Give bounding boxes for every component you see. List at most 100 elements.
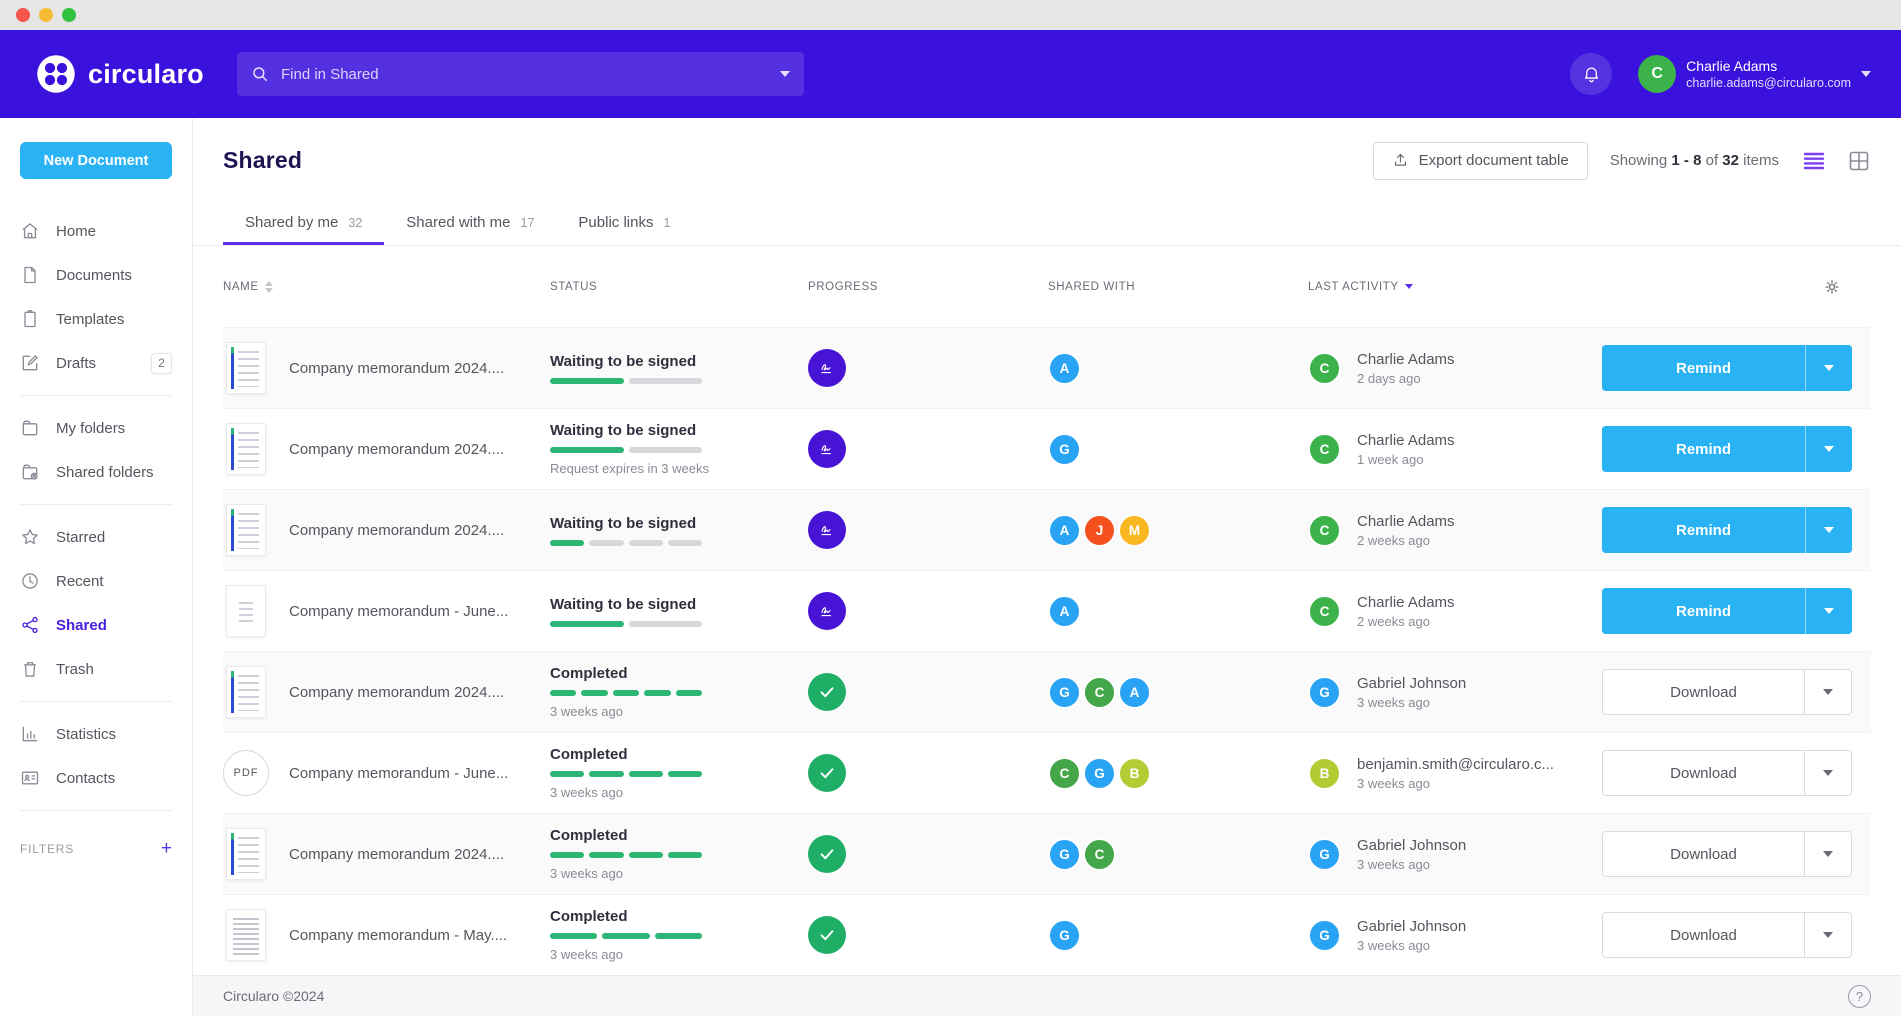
remind-button[interactable]: Remind	[1602, 426, 1805, 472]
shared-with-avatars: A	[1048, 595, 1308, 628]
shared-with-avatar: C	[1083, 676, 1116, 709]
activity-time: 3 weeks ago	[1357, 776, 1554, 791]
tab-public-links[interactable]: Public links1	[556, 203, 692, 245]
progress-segment	[589, 540, 623, 546]
table-settings-gear-icon[interactable]	[1823, 278, 1841, 296]
search-input[interactable]	[281, 66, 768, 83]
progress-bar	[550, 933, 702, 939]
sidebar-item-label: Recent	[56, 573, 104, 590]
status-label: Completed	[550, 665, 808, 682]
sidebar-item-label: Statistics	[56, 726, 116, 743]
sidebar-item-drafts[interactable]: Drafts2	[20, 341, 172, 385]
sidebar-item-documents[interactable]: Documents	[20, 253, 172, 297]
document-name[interactable]: Company memorandum 2024....	[289, 441, 504, 458]
sidebar-item-contacts[interactable]: Contacts	[20, 756, 172, 800]
sidebar-item-my-folders[interactable]: My folders	[20, 406, 172, 450]
clock-icon	[20, 571, 40, 591]
progress-segment	[629, 852, 663, 858]
search-scope-caret-icon[interactable]	[780, 71, 790, 77]
status-label: Waiting to be signed	[550, 353, 808, 370]
column-header-name[interactable]: NAME	[223, 281, 550, 293]
new-document-button[interactable]: New Document	[20, 142, 172, 179]
document-name[interactable]: Company memorandum - June...	[289, 765, 508, 782]
tab-shared-by-me[interactable]: Shared by me32	[223, 203, 384, 245]
action-dropdown-button[interactable]	[1804, 670, 1851, 714]
caret-down-icon	[1823, 689, 1833, 695]
tab-shared-with-me[interactable]: Shared with me17	[384, 203, 556, 245]
sort-desc-icon	[1405, 284, 1413, 289]
progress-segment	[629, 771, 663, 777]
signature-pending-icon	[808, 511, 846, 549]
user-avatar: C	[1638, 55, 1676, 93]
document-name[interactable]: Company memorandum 2024....	[289, 360, 504, 377]
action-dropdown-button[interactable]	[1805, 588, 1852, 634]
remind-button[interactable]: Remind	[1602, 345, 1805, 391]
help-button[interactable]: ?	[1848, 985, 1871, 1008]
notifications-button[interactable]	[1570, 53, 1612, 95]
caret-down-icon	[1823, 932, 1833, 938]
sidebar-item-templates[interactable]: Templates	[20, 297, 172, 341]
sidebar-divider	[20, 810, 172, 811]
download-button[interactable]: Download	[1603, 832, 1804, 876]
sidebar: New Document HomeDocumentsTemplatesDraft…	[0, 118, 193, 1016]
add-filter-button[interactable]: +	[161, 839, 172, 858]
draft-icon	[20, 353, 40, 373]
user-menu[interactable]: C Charlie Adams charlie.adams@circularo.…	[1638, 55, 1871, 93]
progress-segment	[629, 621, 703, 627]
action-dropdown-button[interactable]	[1804, 913, 1851, 957]
shared-with-avatars: A	[1048, 352, 1308, 385]
tab-count: 17	[521, 216, 535, 230]
window-minimize-button[interactable]	[39, 8, 53, 22]
document-name[interactable]: Company memorandum - May....	[289, 927, 507, 944]
sidebar-divider	[20, 504, 172, 505]
column-header-last-activity[interactable]: LAST ACTIVITY	[1308, 281, 1602, 293]
shared-with-avatar: C	[1048, 757, 1081, 790]
window-close-button[interactable]	[16, 8, 30, 22]
completed-check-icon	[808, 673, 846, 711]
status-subtext: 3 weeks ago	[550, 866, 808, 881]
download-button[interactable]: Download	[1603, 913, 1804, 957]
remind-button[interactable]: Remind	[1602, 588, 1805, 634]
action-dropdown-button[interactable]	[1804, 751, 1851, 795]
activity-user-name: benjamin.smith@circularo.c...	[1357, 756, 1554, 773]
action-dropdown-button[interactable]	[1805, 345, 1852, 391]
table-header: NAME STATUS PROGRESS SHARED WITH LAST AC…	[223, 246, 1871, 327]
document-name[interactable]: Company memorandum 2024....	[289, 522, 504, 539]
sidebar-item-shared[interactable]: Shared	[20, 603, 172, 647]
progress-bar	[550, 540, 702, 546]
download-button[interactable]: Download	[1603, 670, 1804, 714]
progress-bar	[550, 771, 702, 777]
document-name[interactable]: Company memorandum - June...	[289, 603, 508, 620]
remind-button[interactable]: Remind	[1602, 507, 1805, 553]
action-dropdown-button[interactable]	[1805, 426, 1852, 472]
brand-logo[interactable]: circularo	[36, 54, 237, 94]
action-dropdown-button[interactable]	[1804, 832, 1851, 876]
document-thumbnail	[226, 342, 266, 394]
progress-segment	[550, 378, 624, 384]
shared-with-avatar: G	[1083, 757, 1116, 790]
caret-down-icon	[1823, 851, 1833, 857]
sidebar-item-recent[interactable]: Recent	[20, 559, 172, 603]
sidebar-item-statistics[interactable]: Statistics	[20, 712, 172, 756]
progress-bar	[550, 690, 702, 696]
search-bar[interactable]	[237, 52, 804, 96]
activity-avatar: G	[1308, 676, 1341, 709]
export-document-table-button[interactable]: Export document table	[1373, 142, 1588, 180]
grid-view-toggle[interactable]	[1847, 149, 1871, 173]
table-row: Company memorandum - May....Completed3 w…	[223, 894, 1871, 975]
filters-label: FILTERS	[20, 842, 74, 856]
document-name[interactable]: Company memorandum 2024....	[289, 846, 504, 863]
sidebar-item-starred[interactable]: Starred	[20, 515, 172, 559]
sidebar-item-home[interactable]: Home	[20, 209, 172, 253]
tab-count: 1	[663, 216, 670, 230]
list-view-toggle[interactable]	[1801, 150, 1827, 172]
sidebar-item-shared-folders[interactable]: Shared folders	[20, 450, 172, 494]
sidebar-item-trash[interactable]: Trash	[20, 647, 172, 691]
document-name[interactable]: Company memorandum 2024....	[289, 684, 504, 701]
download-button[interactable]: Download	[1603, 751, 1804, 795]
status-subtext: 3 weeks ago	[550, 947, 808, 962]
window-zoom-button[interactable]	[62, 8, 76, 22]
activity-time: 3 weeks ago	[1357, 857, 1466, 872]
action-dropdown-button[interactable]	[1805, 507, 1852, 553]
shared-with-avatar: B	[1118, 757, 1151, 790]
